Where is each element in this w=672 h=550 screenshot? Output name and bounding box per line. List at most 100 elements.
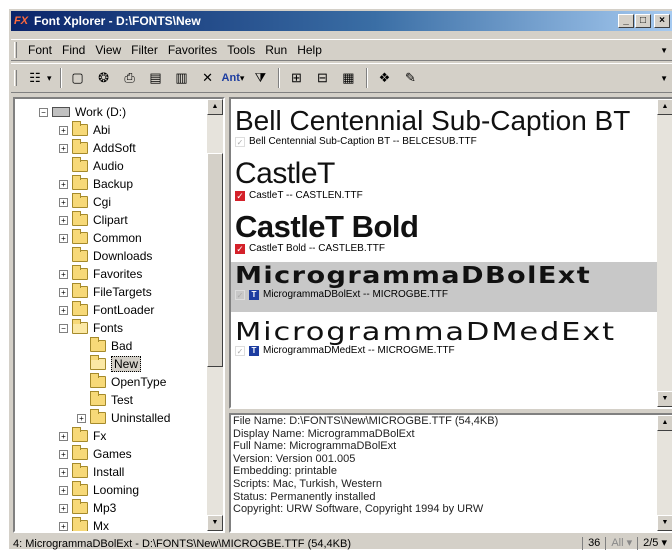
font-sample-chevron-icon[interactable]: ▾ <box>240 73 245 84</box>
font-item[interactable]: CastleT ✓ CastleT -- CASTLEN.TTF <box>235 159 659 201</box>
maximize-button[interactable]: □ <box>635 14 651 28</box>
tree-item-mp3[interactable]: + Mp3 <box>59 499 116 517</box>
tree-item-addsoft[interactable]: + AddSoft <box>59 139 136 157</box>
check-icon[interactable]: ✓ <box>235 345 245 356</box>
arial-compare-icon[interactable]: ▦ <box>336 67 360 89</box>
character-map-icon[interactable]: ⊞ <box>284 67 308 89</box>
collapse-icon[interactable]: − <box>39 107 48 117</box>
menubar-chevron-icon[interactable]: ▼ <box>660 46 668 55</box>
toolbar-chevron-icon[interactable]: ▼ <box>660 74 668 83</box>
tree-item-fontloader[interactable]: + FontLoader <box>59 301 154 319</box>
check-icon[interactable]: ✓ <box>235 243 245 254</box>
expand-icon[interactable]: + <box>59 305 68 315</box>
font-preview-list[interactable]: Bell Centennial Sub-Caption BT ✓ Bell Cen… <box>229 97 672 409</box>
expand-icon[interactable]: + <box>59 197 68 207</box>
tree-root[interactable]: − Work (D:) <box>39 103 126 121</box>
menu-run[interactable]: Run <box>260 43 292 57</box>
favorites-icon[interactable]: ❖ <box>372 67 396 89</box>
view-dropdown-chevron-icon[interactable]: ▾ <box>47 73 52 84</box>
close-button[interactable]: × <box>654 14 670 28</box>
expand-icon[interactable]: + <box>59 521 68 531</box>
title-bar[interactable]: FX Font Xplorer - D:\FONTS\New _ □ × <box>11 11 672 31</box>
tree-item-mx[interactable]: + Mx <box>59 517 109 531</box>
tree-item-uninstalled[interactable]: + Uninstalled <box>77 409 170 427</box>
toolbar-grip[interactable] <box>14 70 17 86</box>
check-icon[interactable]: ✓ <box>235 289 245 300</box>
menu-font[interactable]: Font <box>23 43 57 57</box>
font-item[interactable]: CastleT Bold ✓ CastleT Bold -- CASTLEB.TT… <box>235 211 659 254</box>
expand-icon[interactable]: + <box>59 125 68 135</box>
tree-item-bad[interactable]: Bad <box>90 337 132 355</box>
tree-item-audio[interactable]: Audio <box>72 157 124 175</box>
tree-item-test[interactable]: Test <box>90 391 133 409</box>
check-icon[interactable]: ✓ <box>235 136 245 147</box>
expand-icon[interactable]: + <box>59 179 68 189</box>
tree-item-games[interactable]: + Games <box>59 445 132 463</box>
status-filter[interactable]: All ▾ <box>605 537 637 550</box>
tree-item-opentype[interactable]: OpenType <box>90 373 166 391</box>
menu-favorites[interactable]: Favorites <box>163 43 222 57</box>
status-page[interactable]: 2/5 ▾ <box>637 537 672 550</box>
collapse-icon[interactable]: − <box>59 323 68 333</box>
font-item-selected[interactable]: MicrogrammaDBolExt ✓ T MicrogrammaDBolExt … <box>231 262 661 312</box>
expand-icon[interactable]: + <box>59 503 68 513</box>
delete-icon[interactable]: ✕ <box>196 67 220 89</box>
tree-item-clipart[interactable]: + Clipart <box>59 211 128 229</box>
font-details-pane[interactable]: File Name: D:\FONTS\New\MICROGBE.TTF (54… <box>229 413 672 533</box>
menu-filter[interactable]: Filter <box>126 43 163 57</box>
scroll-down-icon[interactable]: ▼ <box>657 515 672 531</box>
details-scrollbar[interactable]: ▲ ▼ <box>657 415 672 531</box>
expand-icon[interactable]: + <box>77 413 86 423</box>
tree-item-common[interactable]: + Common <box>59 229 142 247</box>
copy-folder-icon[interactable]: ▥ <box>170 67 194 89</box>
tree-scrollbar[interactable]: ▲ ▼ <box>207 99 223 531</box>
expand-icon[interactable]: + <box>59 485 68 495</box>
scroll-down-icon[interactable]: ▼ <box>657 391 672 407</box>
preview-scrollbar[interactable]: ▲ ▼ <box>657 99 672 407</box>
menu-help[interactable]: Help <box>292 43 327 57</box>
menu-tools[interactable]: Tools <box>222 43 260 57</box>
check-icon[interactable]: ✓ <box>235 190 245 201</box>
minimize-button[interactable]: _ <box>618 14 634 28</box>
font-sample-dropdown[interactable]: Ant <box>222 67 240 89</box>
menu-find[interactable]: Find <box>57 43 90 57</box>
font-item[interactable]: Bell Centennial Sub-Caption BT ✓ Bell Cen… <box>235 107 659 147</box>
tree-item-looming[interactable]: + Looming <box>59 481 139 499</box>
expand-icon[interactable]: + <box>59 287 68 297</box>
menubar-grip[interactable] <box>14 42 17 58</box>
tree-item-label: Abi <box>93 123 111 137</box>
tree-item-downloads[interactable]: Downloads <box>72 247 152 265</box>
view-list-icon[interactable]: ☷ <box>23 67 47 89</box>
scroll-down-icon[interactable]: ▼ <box>207 515 223 531</box>
filter-icon[interactable]: ⧩ <box>248 67 272 89</box>
scroll-up-icon[interactable]: ▲ <box>207 99 223 115</box>
install-font-icon[interactable]: ❂ <box>92 67 116 89</box>
expand-icon[interactable]: + <box>59 431 68 441</box>
glyph-view-icon[interactable]: ⊟ <box>310 67 334 89</box>
expand-icon[interactable]: + <box>59 449 68 459</box>
tools-icon[interactable]: ✎ <box>398 67 422 89</box>
expand-icon[interactable]: + <box>59 269 68 279</box>
tree-item-filetargets[interactable]: + FileTargets <box>59 283 152 301</box>
print-icon[interactable]: ⎙ <box>118 67 142 89</box>
tree-scrollbar-thumb[interactable] <box>207 153 223 367</box>
folder-tree[interactable]: − Work (D:) + Abi + AddSoft Audio + Backup … <box>13 97 225 533</box>
tree-item-favorites[interactable]: + Favorites <box>59 265 142 283</box>
expand-icon[interactable]: + <box>59 467 68 477</box>
expand-icon[interactable]: + <box>59 143 68 153</box>
tree-item-abi[interactable]: + Abi <box>59 121 110 139</box>
open-folder-icon[interactable]: ▤ <box>144 67 168 89</box>
expand-icon[interactable]: + <box>59 215 68 225</box>
font-item[interactable]: MicrogrammaDMedExt ✓ T MicrogrammaDMedExt … <box>235 319 665 356</box>
tree-item-cgi[interactable]: + Cgi <box>59 193 111 211</box>
scroll-up-icon[interactable]: ▲ <box>657 415 672 431</box>
tree-item-new[interactable]: New <box>90 355 142 373</box>
tree-item-backup[interactable]: + Backup <box>59 175 133 193</box>
tree-item-fx[interactable]: + Fx <box>59 427 106 445</box>
scroll-up-icon[interactable]: ▲ <box>657 99 672 115</box>
window-icon[interactable]: ▢ <box>66 67 90 89</box>
menu-view[interactable]: View <box>90 43 126 57</box>
tree-item-install[interactable]: + Install <box>59 463 124 481</box>
tree-item-fonts[interactable]: − Fonts <box>59 319 123 337</box>
expand-icon[interactable]: + <box>59 233 68 243</box>
